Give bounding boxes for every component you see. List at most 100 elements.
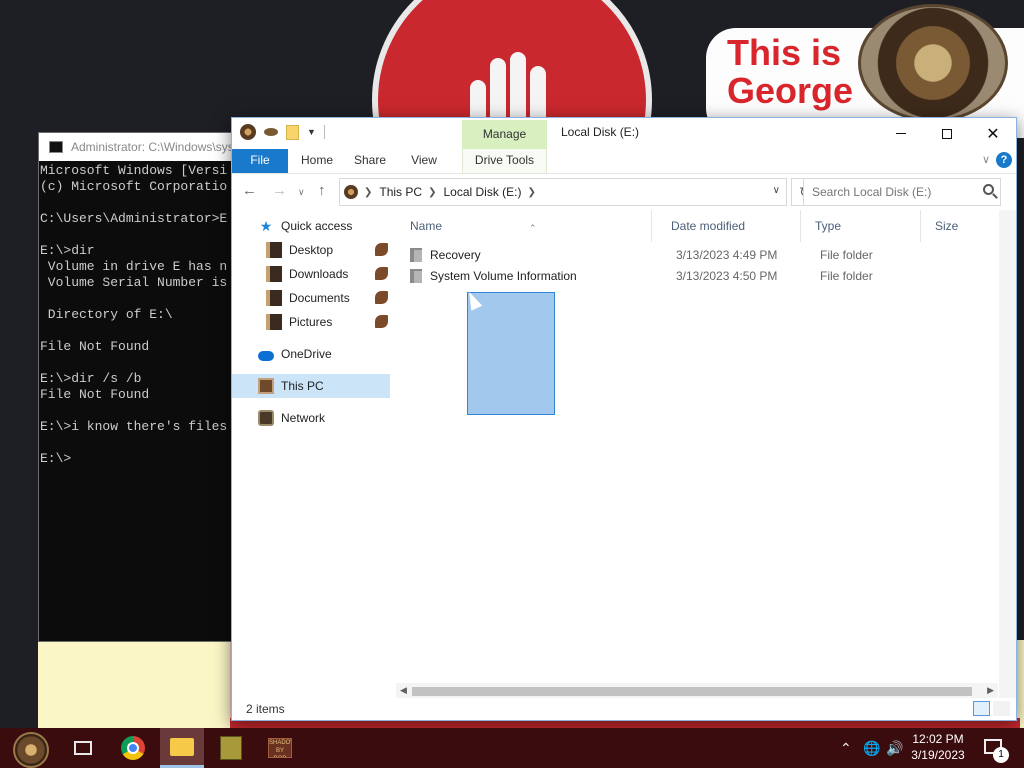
console-line: Volume in drive E has n <box>40 259 228 274</box>
file-name: Recovery <box>430 248 481 262</box>
pin-icon[interactable] <box>375 243 388 256</box>
taskbar-app[interactable]: SHADOW BY BOB <box>258 728 302 768</box>
breadcrumb-local-disk[interactable]: Local Disk (E:) <box>443 185 521 199</box>
sidebar-item-label: Downloads <box>289 267 349 281</box>
console-window[interactable]: Administrator: C:\Windows\sys Microsoft … <box>38 132 238 642</box>
console-line: C:\Users\Administrator>E <box>40 211 228 226</box>
large-icons-view-icon[interactable] <box>993 701 1010 716</box>
console-line: File Not Found <box>40 339 150 354</box>
scroll-left-icon[interactable]: ◀ <box>400 685 407 696</box>
minimize-button[interactable] <box>878 118 924 149</box>
file-explorer-window[interactable]: ▼ Manage Local Disk (E:) ✕ File Home Sha… <box>231 117 1017 721</box>
chevron-up-icon[interactable]: ⌃ <box>840 740 852 757</box>
tab-file[interactable]: File <box>232 149 288 173</box>
pin-icon[interactable] <box>375 315 388 328</box>
sidebar-item-desktop[interactable]: Desktop <box>232 238 390 262</box>
search-icon[interactable] <box>983 184 994 195</box>
start-button[interactable] <box>13 732 49 768</box>
language-icon[interactable]: 🌐 <box>863 740 880 757</box>
tab-home[interactable]: Home <box>292 149 342 173</box>
task-view-icon <box>74 741 92 755</box>
breadcrumb-separator-icon[interactable]: ❯ <box>428 187 436 198</box>
vertical-scrollbar[interactable] <box>999 210 1016 700</box>
search-box[interactable] <box>803 178 1001 206</box>
sidebar-item-label: Quick access <box>281 219 353 233</box>
console-line: Microsoft Windows [Versi <box>40 163 228 178</box>
back-arrow-icon[interactable]: ← <box>242 182 257 199</box>
volume-icon[interactable]: 🔊 <box>886 740 903 757</box>
tab-share[interactable]: Share <box>344 149 396 173</box>
customize-toolbar-icon[interactable]: ▼ <box>307 127 316 137</box>
details-view-icon[interactable] <box>973 701 990 716</box>
wallpaper-clock <box>858 4 1008 122</box>
file-date: 3/13/2023 4:49 PM <box>676 248 778 262</box>
list-item[interactable]: Recovery 3/13/2023 4:49 PM File folder <box>410 245 970 265</box>
navigation-pane: ★ Quick access Desktop Downloads Documents Pi… <box>232 210 396 700</box>
explorer-body: ★ Quick access Desktop Downloads Documents Pi… <box>232 210 1016 700</box>
taskbar-chrome[interactable] <box>111 728 155 768</box>
console-titlebar[interactable]: Administrator: C:\Windows\sys <box>39 133 237 161</box>
computer-icon <box>258 378 274 394</box>
console-output[interactable]: Microsoft Windows [Versi (c) Microsoft Co… <box>39 161 237 467</box>
clock-time: 12:02 PM <box>912 732 964 746</box>
file-list[interactable]: Name ⌃ Date modified Type Size Recovery … <box>396 210 998 700</box>
console-line: File Not Found <box>40 387 150 402</box>
address-bar[interactable]: ❯ This PC ❯ Local Disk (E:) ❯ ∨ <box>339 178 787 206</box>
close-button[interactable]: ✕ <box>970 118 1016 149</box>
column-header-type[interactable]: Type <box>801 210 921 242</box>
sidebar-item-downloads[interactable]: Downloads <box>232 262 390 286</box>
search-input[interactable] <box>804 179 974 205</box>
sidebar-item-label: Network <box>281 411 326 425</box>
chevron-down-icon[interactable]: ∨ <box>773 185 780 196</box>
console-line: (c) Microsoft Corporatio <box>40 179 228 194</box>
new-folder-icon[interactable] <box>286 124 299 140</box>
sidebar-item-documents[interactable]: Documents <box>232 286 390 310</box>
task-view-button[interactable] <box>61 728 105 768</box>
column-header-name[interactable]: Name ⌃ <box>396 210 652 242</box>
taskbar-app[interactable] <box>209 728 253 768</box>
wallpaper-panel <box>38 640 230 728</box>
taskbar-file-explorer[interactable] <box>160 728 204 768</box>
maximize-icon <box>942 128 952 139</box>
sidebar-item-this-pc[interactable]: This PC <box>232 374 390 398</box>
console-icon <box>49 141 63 153</box>
breadcrumb-separator-icon[interactable]: ❯ <box>364 187 372 198</box>
sort-ascending-icon: ⌃ <box>529 223 537 233</box>
forward-arrow-icon[interactable]: → <box>272 182 287 199</box>
maximize-button[interactable] <box>924 118 970 149</box>
tab-view[interactable]: View <box>398 149 450 173</box>
sidebar-item-pictures[interactable]: Pictures <box>232 310 390 334</box>
drive-location-icon <box>344 185 358 199</box>
help-icon[interactable]: ? <box>996 152 1012 168</box>
up-arrow-icon[interactable]: ↑ <box>318 182 326 199</box>
pin-icon[interactable] <box>375 291 388 304</box>
file-type: File folder <box>820 269 873 283</box>
list-item[interactable]: System Volume Information 3/13/2023 4:50… <box>410 266 970 286</box>
navigation-bar: ← → ∨ ↑ ❯ This PC ❯ Local Disk (E:) ❯ ∨ … <box>232 174 1016 210</box>
explorer-titlebar[interactable]: ▼ Manage Local Disk (E:) ✕ <box>232 118 1016 149</box>
sidebar-item-quick-access[interactable]: ★ Quick access <box>232 214 390 238</box>
column-header-size[interactable]: Size <box>921 210 981 242</box>
breadcrumb-this-pc[interactable]: This PC <box>379 185 422 199</box>
properties-icon[interactable] <box>264 128 278 136</box>
recent-locations-icon[interactable]: ∨ <box>298 187 305 198</box>
expand-ribbon-icon[interactable]: ∨ <box>982 153 990 166</box>
tab-drive-tools[interactable]: Drive Tools <box>462 149 547 173</box>
app-icon[interactable] <box>240 124 256 140</box>
sidebar-item-network[interactable]: Network <box>232 406 390 430</box>
console-line: Volume Serial Number is <box>40 275 228 290</box>
caption-buttons: ✕ <box>878 118 1016 149</box>
scrollbar-thumb[interactable] <box>412 687 972 696</box>
column-header-date[interactable]: Date modified <box>657 210 801 242</box>
sidebar-item-onedrive[interactable]: OneDrive <box>232 342 390 366</box>
scroll-right-icon[interactable]: ▶ <box>987 685 994 696</box>
selection-rectangle <box>467 292 555 415</box>
pin-icon[interactable] <box>375 267 388 280</box>
manage-contextual-tab[interactable]: Manage <box>462 120 547 149</box>
system-clock[interactable]: 12:02 PM 3/19/2023 <box>905 731 971 763</box>
file-name: System Volume Information <box>430 269 577 283</box>
breadcrumb-separator-icon[interactable]: ❯ <box>528 187 536 198</box>
